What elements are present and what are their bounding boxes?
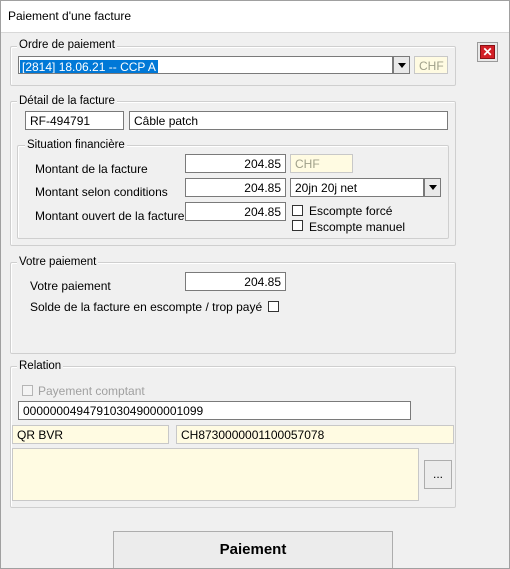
ouvert-label: Montant ouvert de la facture	[35, 209, 185, 223]
notes-area[interactable]	[12, 448, 419, 501]
ordre-legend: Ordre de paiement	[17, 39, 117, 52]
montant-currency: CHF	[290, 154, 353, 173]
conditions-field[interactable]: 204.85	[185, 178, 286, 197]
ordre-select[interactable]: [2814] 18.06.21 -- CCP A	[18, 56, 393, 74]
escompte-manuel-label: Escompte manuel	[309, 220, 406, 234]
solde-checkbox[interactable]	[268, 301, 279, 312]
close-button[interactable]: ✕	[477, 42, 498, 62]
ordre-dropdown-button[interactable]	[393, 56, 410, 74]
paiement-field[interactable]: 204.85	[185, 272, 286, 291]
conditions-select[interactable]: 20jn 20j net	[290, 178, 424, 197]
escompte-force-checkbox[interactable]	[292, 205, 303, 216]
solde-label: Solde de la facture en escompte / trop p…	[30, 300, 263, 314]
browse-button[interactable]: ...	[424, 460, 452, 489]
montant-field[interactable]: 204.85	[185, 154, 286, 173]
payment-type-field: QR BVR	[12, 425, 169, 444]
relation-legend: Relation	[17, 360, 64, 373]
payment-button[interactable]: Paiement	[113, 531, 393, 569]
conditions-label: Montant selon conditions	[35, 185, 168, 199]
comptant-label: Payement comptant	[38, 384, 145, 398]
reference-field[interactable]: 000000049479103049000001099	[18, 401, 411, 420]
escompte-force-label: Escompte forcé	[309, 204, 393, 218]
paiement-legend: Votre paiement	[17, 256, 99, 269]
invoice-ref-field[interactable]: RF-494791	[25, 111, 124, 130]
paiement-label: Votre paiement	[30, 279, 111, 293]
escompte-manuel-checkbox[interactable]	[292, 220, 303, 231]
comptant-checkbox[interactable]	[22, 385, 33, 396]
invoice-description-field[interactable]: Câble patch	[129, 111, 448, 130]
conditions-dropdown-button[interactable]	[424, 178, 441, 197]
situation-legend: Situation financière	[25, 139, 127, 152]
ouvert-field[interactable]: 204.85	[185, 202, 286, 221]
close-icon: ✕	[480, 45, 495, 59]
window-title: Paiement d'une facture	[8, 9, 132, 23]
ordre-currency: CHF	[414, 56, 448, 74]
montant-label: Montant de la facture	[35, 162, 148, 176]
title-bar: Paiement d'une facture	[0, 0, 510, 33]
ordre-selected-value: [2814] 18.06.21 -- CCP A	[20, 60, 158, 74]
detail-legend: Détail de la facture	[17, 95, 117, 108]
iban-field: CH8730000001100057078	[176, 425, 454, 444]
